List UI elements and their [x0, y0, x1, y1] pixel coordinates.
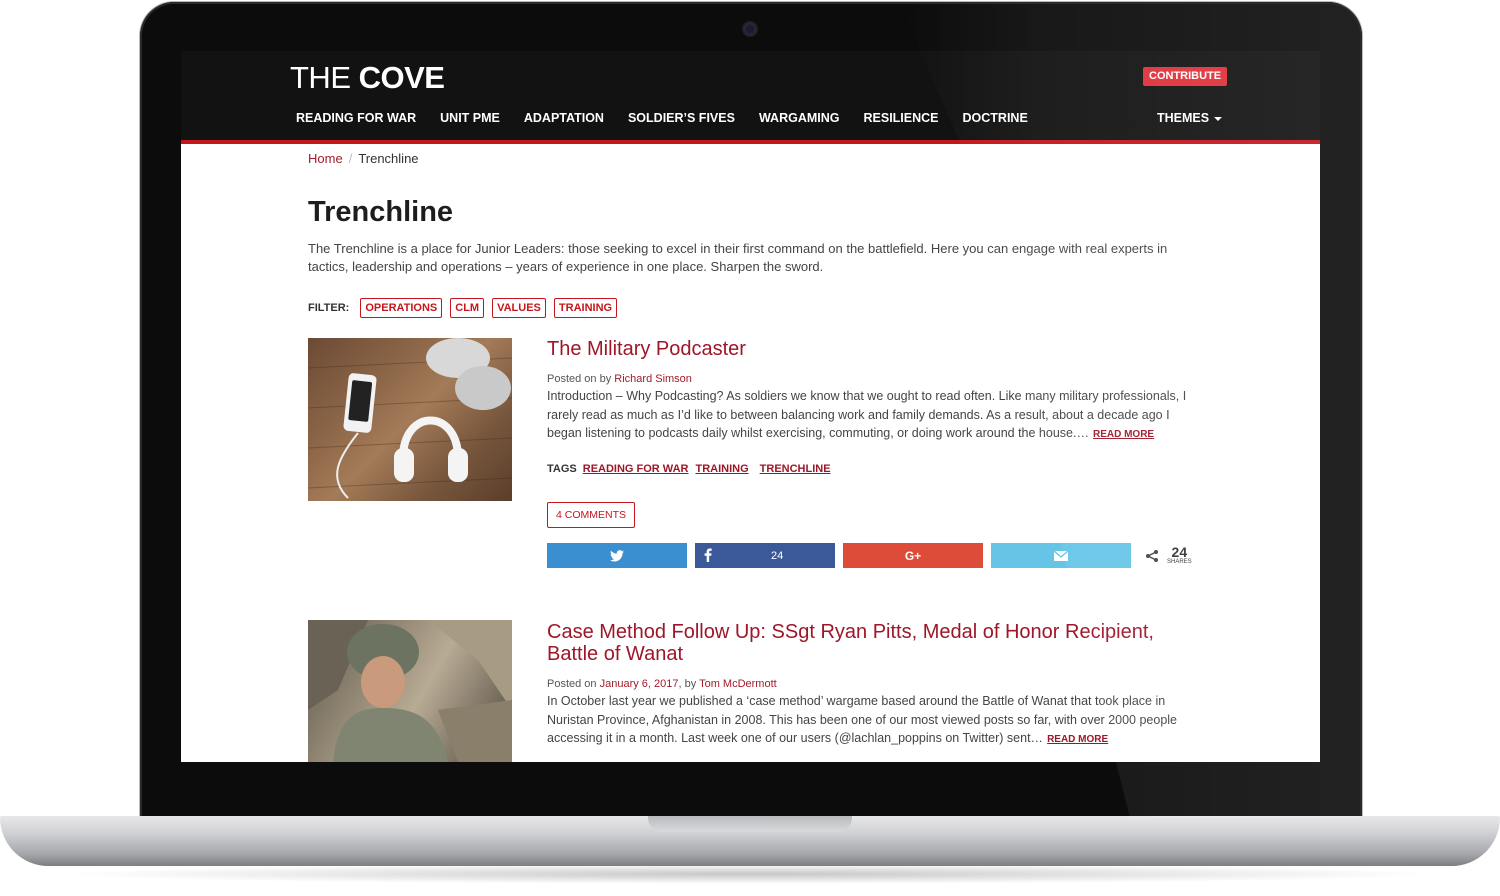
twitter-icon	[610, 549, 624, 561]
post-author-link[interactable]: Tom McDermott	[699, 678, 777, 690]
post-author-link[interactable]: Richard Simson	[614, 373, 692, 385]
share-twitter-button[interactable]	[547, 543, 687, 568]
filter-training-button[interactable]: TRAINING	[553, 298, 618, 318]
post-meta: Posted on January 6, 2017, by Tom McDerm…	[547, 678, 777, 690]
main-nav: READING FOR WAR UNIT PME ADAPTATION SOLD…	[296, 111, 1052, 125]
post-meta-prefix: Posted on	[547, 678, 600, 690]
post-thumbnail-podcast[interactable]	[308, 338, 512, 501]
nav-item-doctrine[interactable]: DOCTRINE	[963, 111, 1028, 125]
post-title-link[interactable]: Case Method Follow Up: SSgt Ryan Pitts, …	[547, 621, 1187, 665]
filter-operations-button[interactable]: OPERATIONS	[360, 298, 443, 318]
soldier-photo	[308, 620, 512, 762]
facebook-share-count: 24	[771, 550, 784, 562]
filter-clm-button[interactable]: CLM	[450, 298, 485, 318]
webcam-icon	[744, 23, 756, 35]
tag-link-reading-for-war[interactable]: READING FOR WAR	[583, 463, 689, 475]
post-date-link[interactable]: January 6, 2017	[600, 678, 679, 690]
post-meta: Posted on by Richard Simson	[547, 373, 692, 385]
post-tags: TAGS READING FOR WAR TRAINING TRENCHLINE	[547, 463, 838, 475]
post-title-link[interactable]: The Military Podcaster	[547, 338, 1187, 360]
page-title: Trenchline	[308, 196, 454, 228]
tag-link-training[interactable]: TRAINING	[695, 463, 748, 475]
share-email-button[interactable]	[991, 543, 1131, 568]
site-logo[interactable]: THE COVE	[290, 60, 445, 96]
contribute-button[interactable]: CONTRIBUTE	[1143, 67, 1228, 86]
nav-item-wargaming[interactable]: WARGAMING	[759, 111, 840, 125]
nav-item-unit-pme[interactable]: UNIT PME	[440, 111, 500, 125]
share-bar: 24 G+ 24 SHARES	[547, 543, 1192, 568]
share-icon	[1146, 549, 1158, 562]
share-total: 24 SHARES	[1145, 544, 1192, 565]
podcast-photo	[308, 338, 512, 499]
logo-text-light: THE	[290, 60, 359, 95]
post-excerpt-text: Introduction – Why Podcasting? As soldie…	[547, 389, 1187, 440]
share-total-label: SHARES	[1167, 559, 1192, 565]
tags-label: TAGS	[547, 463, 577, 475]
read-more-link[interactable]: READ MORE	[1047, 734, 1108, 745]
site-header: THE COVE CONTRIBUTE READING FOR WAR UNIT…	[181, 51, 1320, 144]
logo-text-bold: COVE	[358, 60, 445, 95]
share-facebook-button[interactable]: 24	[695, 543, 835, 568]
breadcrumb-current: Trenchline	[358, 151, 419, 166]
breadcrumb-separator: /	[348, 151, 353, 166]
comments-button[interactable]: 4 COMMENTS	[547, 502, 635, 528]
nav-item-adaptation[interactable]: ADAPTATION	[524, 111, 604, 125]
google-plus-icon: G+	[904, 548, 922, 563]
themes-dropdown[interactable]: THEMES	[1157, 111, 1223, 125]
filter-values-button[interactable]: VALUES	[492, 298, 546, 318]
filter-label: FILTER:	[308, 302, 350, 314]
laptop-shadow	[60, 864, 1440, 884]
tag-link-trenchline[interactable]: TRENCHLINE	[760, 463, 831, 475]
page-intro: The Trenchline is a place for Junior Lea…	[308, 241, 1168, 274]
post-excerpt: Introduction – Why Podcasting? As soldie…	[547, 387, 1197, 445]
breadcrumb: Home / Trenchline	[308, 151, 419, 166]
facebook-icon	[704, 548, 712, 565]
nav-item-reading-for-war[interactable]: READING FOR WAR	[296, 111, 416, 125]
read-more-link[interactable]: READ MORE	[1093, 429, 1154, 440]
email-icon	[1054, 550, 1068, 561]
share-google-plus-button[interactable]: G+	[843, 543, 983, 568]
post-excerpt: In October last year we published a ‘cas…	[547, 692, 1197, 750]
nav-item-resilience[interactable]: RESILIENCE	[864, 111, 939, 125]
breadcrumb-home-link[interactable]: Home	[308, 151, 343, 166]
themes-label: THEMES	[1157, 111, 1210, 125]
laptop-notch	[648, 816, 852, 832]
filter-bar: FILTER: OPERATIONS CLM VALUES TRAINING	[308, 298, 625, 318]
browser-viewport: THE COVE CONTRIBUTE READING FOR WAR UNIT…	[181, 51, 1320, 762]
share-total-count: 24	[1171, 544, 1188, 560]
post-thumbnail-soldier[interactable]	[308, 620, 512, 762]
post-meta-prefix: Posted on by	[547, 373, 615, 385]
caret-down-icon	[1214, 116, 1223, 121]
post-meta-by: , by	[678, 678, 700, 690]
nav-item-soldiers-fives[interactable]: SOLDIER’S FIVES	[628, 111, 735, 125]
